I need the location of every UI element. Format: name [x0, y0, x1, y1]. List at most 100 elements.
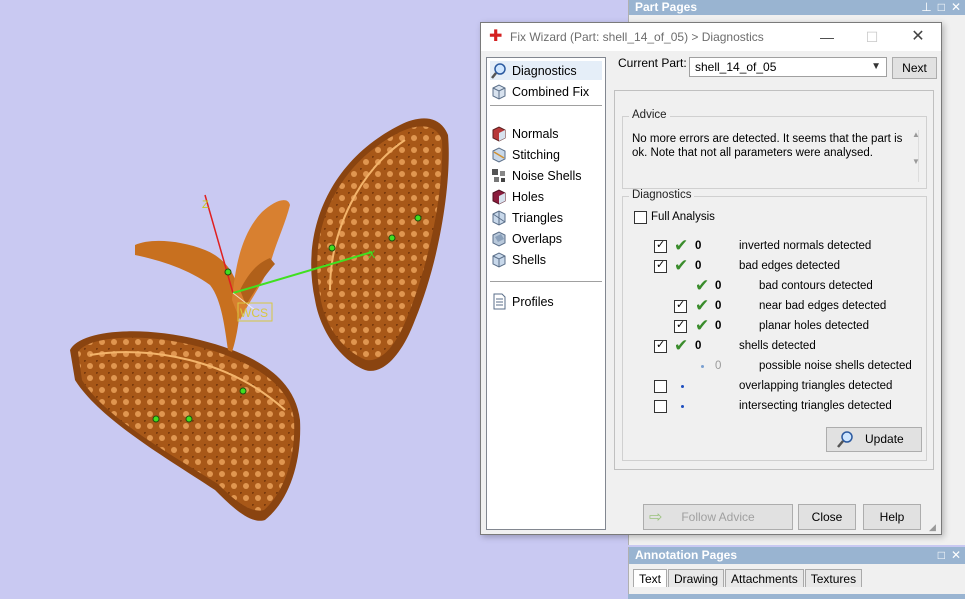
float-icon[interactable]: □: [938, 0, 945, 14]
advice-text: No more errors are detected. It seems th…: [629, 130, 919, 182]
dialog-titlebar[interactable]: ✚ Fix Wizard (Part: shell_14_of_05) > Di…: [481, 23, 941, 51]
nav-item-normals[interactable]: Normals: [490, 124, 559, 143]
tab-text[interactable]: Text: [633, 569, 668, 587]
nav-item-stitching[interactable]: Stitching: [490, 145, 560, 164]
svg-text:WCS: WCS: [240, 306, 268, 320]
measurement-panel-header: [628, 594, 965, 599]
follow-advice-button: ⇨ Follow Advice: [643, 504, 793, 530]
nav-label: Noise Shells: [512, 168, 582, 183]
minimize-button[interactable]: —: [808, 25, 846, 49]
magnifier-icon: [837, 431, 853, 448]
pin-icon[interactable]: ⊥: [921, 0, 931, 14]
check-icon: ✔: [674, 256, 689, 275]
nav-item-combined-fix[interactable]: Combined Fix: [490, 82, 589, 101]
nav-label: Holes: [512, 189, 544, 204]
chevron-down-icon: ▼: [871, 61, 881, 72]
check-icon: ✔: [695, 316, 710, 335]
annotation-pages-header: Annotation Pages □ ✕: [629, 547, 965, 564]
fix-wizard-dialog: ✚ Fix Wizard (Part: shell_14_of_05) > Di…: [480, 22, 942, 535]
diag-count: 0: [715, 360, 722, 372]
nav-item-diagnostics[interactable]: Diagnostics: [490, 61, 602, 80]
document-icon: [493, 293, 506, 310]
near-bad-edges-checkbox[interactable]: [674, 298, 687, 313]
planar-holes-checkbox[interactable]: [674, 318, 687, 333]
red-cross-icon: ✚: [489, 28, 503, 45]
diagnostics-group: Diagnostics Full Analysis ✔ 0 inverted n…: [622, 189, 927, 461]
bullet-icon: [681, 385, 684, 388]
check-icon: ✔: [695, 276, 710, 295]
nav-label: Normals: [512, 126, 559, 141]
overlapping-triangles-checkbox[interactable]: [654, 380, 667, 393]
noise-shells-icon: [492, 169, 505, 182]
nav-divider: [490, 281, 602, 282]
update-button[interactable]: Update: [826, 427, 922, 452]
stitching-cube-icon: [492, 147, 506, 163]
left-wing-model[interactable]: [70, 331, 301, 521]
update-label: Update: [865, 432, 904, 446]
close-button[interactable]: Close: [798, 504, 856, 530]
check-icon: ✔: [695, 296, 710, 315]
tab-textures[interactable]: Textures: [804, 569, 863, 587]
close-icon[interactable]: ✕: [951, 0, 961, 14]
normals-cube-icon: [492, 126, 506, 142]
dialog-title: Fix Wizard (Part: shell_14_of_05) > Diag…: [510, 30, 764, 44]
advice-scrollbar[interactable]: ▲ ▼: [910, 130, 922, 182]
next-button[interactable]: Next: [892, 57, 937, 79]
nav-label: Stitching: [512, 147, 560, 162]
help-button[interactable]: Help: [863, 504, 921, 530]
nav-label: Overlaps: [512, 231, 563, 246]
diag-count: 0: [695, 340, 702, 352]
diag-count: 0: [715, 280, 722, 292]
diag-label: inverted normals detected: [739, 240, 872, 252]
nav-label: Triangles: [512, 210, 563, 225]
intersecting-triangles-checkbox[interactable]: [654, 400, 667, 413]
annotation-pages-title: Annotation Pages: [635, 548, 738, 562]
nav-label: Combined Fix: [512, 84, 590, 99]
shells-checkbox[interactable]: [654, 338, 667, 353]
holes-cube-icon: [492, 189, 506, 205]
bad-edges-checkbox[interactable]: [654, 258, 667, 273]
diag-label: overlapping triangles detected: [739, 380, 893, 392]
check-icon: ✔: [674, 336, 689, 355]
advice-title: Advice: [629, 109, 670, 121]
svg-text:X: X: [368, 249, 376, 261]
resize-grip-icon[interactable]: ◢: [929, 522, 939, 532]
annotation-pages-panel: Annotation Pages □ ✕ Text Drawing Attachm…: [628, 547, 965, 599]
maximize-button: ☐: [865, 29, 879, 45]
current-part-select[interactable]: shell_14_of_05 ▼: [689, 57, 887, 77]
advice-group: Advice No more errors are detected. It s…: [622, 109, 927, 189]
nav-label: Shells: [512, 252, 547, 267]
float-icon[interactable]: □: [938, 548, 945, 562]
diag-label: planar holes detected: [759, 320, 869, 332]
close-window-button[interactable]: ✕: [899, 25, 937, 49]
cube-icon: [492, 84, 506, 100]
inverted-normals-checkbox[interactable]: [654, 238, 667, 253]
nav-label: Profiles: [512, 294, 554, 309]
close-icon[interactable]: ✕: [951, 548, 961, 562]
shells-cube-icon: [492, 252, 506, 268]
nav-divider: [490, 105, 602, 106]
diag-count: 0: [695, 240, 702, 252]
magnifier-icon: [491, 63, 506, 79]
nav-item-profiles[interactable]: Profiles: [490, 292, 554, 311]
tab-attachments[interactable]: Attachments: [725, 569, 804, 587]
svg-text:Z: Z: [202, 199, 209, 211]
arrow-right-icon: ⇨: [649, 509, 663, 526]
full-analysis-label: Full Analysis: [651, 211, 715, 223]
nav-item-shells[interactable]: Shells: [490, 250, 546, 269]
tab-drawing[interactable]: Drawing: [668, 569, 725, 587]
bullet-icon: [701, 365, 704, 368]
nav-item-holes[interactable]: Holes: [490, 187, 544, 206]
diag-label: near bad edges detected: [759, 300, 887, 312]
diag-label: bad contours detected: [759, 280, 873, 292]
current-part-label: Current Part:: [618, 56, 687, 70]
full-analysis-checkbox[interactable]: [634, 211, 647, 224]
fix-wizard-nav: Diagnostics Combined Fix Normals Stitchi…: [486, 57, 606, 530]
part-pages-title: Part Pages: [635, 0, 698, 14]
nav-item-noise-shells[interactable]: Noise Shells: [490, 166, 581, 185]
diag-label: possible noise shells detected: [759, 360, 912, 372]
diag-label: intersecting triangles detected: [739, 400, 892, 412]
nav-item-triangles[interactable]: Triangles: [490, 208, 563, 227]
nav-label: Diagnostics: [512, 63, 577, 78]
nav-item-overlaps[interactable]: Overlaps: [490, 229, 562, 248]
